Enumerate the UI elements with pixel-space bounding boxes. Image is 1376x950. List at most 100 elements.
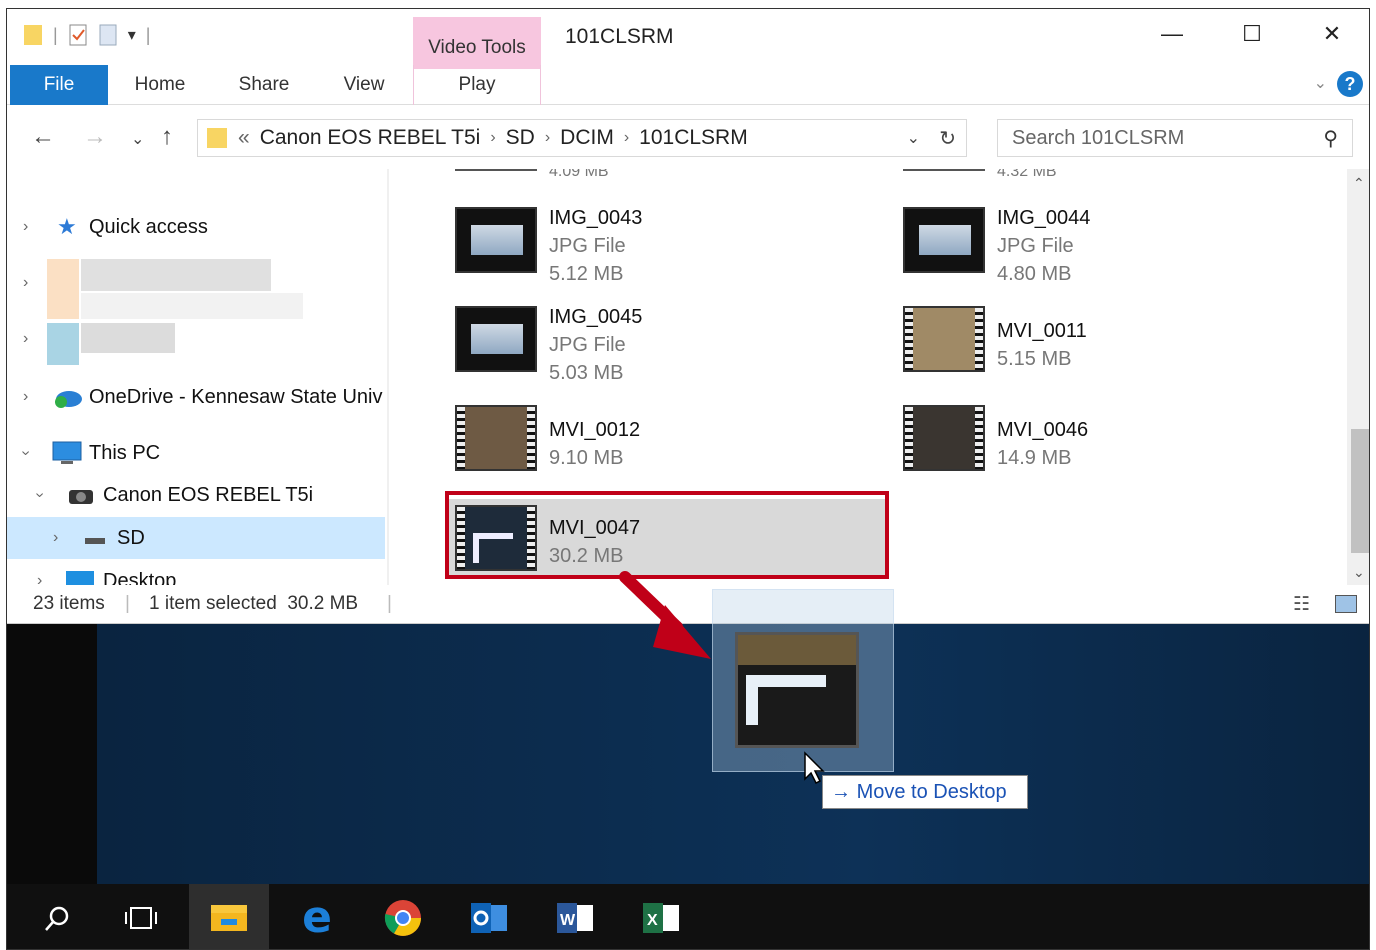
up-icon[interactable]: ↑ <box>161 123 173 151</box>
help-icon[interactable]: ? <box>1337 71 1363 97</box>
scroll-down-icon[interactable]: ⌄ <box>1353 564 1365 581</box>
file-item[interactable]: IMG_0044 JPG File 4.80 MB <box>895 201 1335 293</box>
tab-share[interactable]: Share <box>229 65 299 105</box>
recent-locations-icon[interactable]: ⌄ <box>131 129 144 149</box>
file-type: JPG File <box>997 235 1074 257</box>
file-size: 4.09 MB <box>549 169 609 180</box>
video-tools-tab-group: Video Tools <box>413 17 541 69</box>
nav-item-sd[interactable]: › SD <box>7 517 385 559</box>
minimize-button[interactable]: — <box>1152 21 1192 51</box>
new-folder-icon[interactable] <box>98 23 118 47</box>
nav-item-desktop[interactable]: › Desktop <box>7 561 389 585</box>
image-thumbnail <box>455 207 537 273</box>
nav-item-onedrive[interactable]: › OneDrive - Kennesaw State Univ <box>7 377 389 417</box>
chevron-right-icon[interactable]: › <box>490 129 495 147</box>
breadcrumb-dcim[interactable]: DCIM <box>560 126 614 150</box>
chevron-right-icon[interactable]: › <box>23 388 28 406</box>
camera-icon <box>69 490 93 504</box>
toolbar-divider: | <box>145 24 151 45</box>
file-item[interactable]: MVI_0011 5.15 MB <box>895 300 1335 392</box>
move-arrow-icon: → <box>831 781 851 803</box>
nav-item-label: Canon EOS REBEL T5i <box>103 483 314 506</box>
excel-icon[interactable]: X <box>621 884 701 949</box>
file-item[interactable]: MVI_0046 14.9 MB <box>895 399 1335 491</box>
screen: | ▾ | Video Tools 101CLSRM — ☐ ✕ File Ho… <box>6 8 1370 950</box>
address-dropdown-icon[interactable]: ⌄ <box>907 128 920 148</box>
chrome-icon[interactable] <box>363 884 443 949</box>
file-explorer-icon[interactable] <box>189 884 269 949</box>
breadcrumb-sd[interactable]: SD <box>506 126 535 150</box>
folder-icon[interactable] <box>23 23 43 47</box>
back-icon[interactable]: ← <box>31 123 55 151</box>
navigation-pane: › ★ Quick access › › › OneDrive - Kennes… <box>7 169 389 585</box>
maximize-button[interactable]: ☐ <box>1232 21 1272 51</box>
breadcrumb-101clsrm[interactable]: 101CLSRM <box>639 126 748 150</box>
large-icons-view-icon[interactable] <box>1335 595 1357 613</box>
drag-preview <box>712 589 894 772</box>
window-title: 101CLSRM <box>565 25 674 48</box>
nav-item-this-pc[interactable]: › This PC <box>7 433 389 473</box>
outlook-icon[interactable] <box>449 884 529 949</box>
nav-item-label: This PC <box>89 441 161 464</box>
quick-access-toolbar: | ▾ | <box>23 23 150 47</box>
word-icon[interactable]: W <box>535 884 615 949</box>
customize-toolbar-icon[interactable]: ▾ <box>128 25 136 45</box>
chevron-down-icon[interactable]: › <box>31 492 49 497</box>
chevron-down-icon[interactable]: › <box>17 450 35 455</box>
overflow-crumbs-icon[interactable]: « <box>238 126 250 150</box>
file-size: 4.80 MB <box>997 263 1072 285</box>
nav-scrollbar[interactable]: ⌃ ⌄ <box>387 169 389 585</box>
tab-play[interactable]: Play <box>413 65 541 105</box>
expand-ribbon-icon[interactable]: ⌄ <box>1314 73 1327 93</box>
scrollbar-thumb[interactable] <box>1351 429 1369 553</box>
svg-text:X: X <box>647 912 658 929</box>
move-to-desktop-tooltip: → Move to Desktop <box>822 775 1028 809</box>
properties-icon[interactable] <box>68 23 88 47</box>
chevron-right-icon[interactable]: › <box>23 330 28 348</box>
scroll-up-icon[interactable]: ⌃ <box>1353 175 1365 192</box>
file-item[interactable]: MVI_0012 9.10 MB <box>447 399 887 491</box>
file-item[interactable]: IMG_0045 JPG File 5.03 MB <box>447 300 887 392</box>
refresh-icon[interactable]: ↻ <box>939 126 956 151</box>
file-name: MVI_0011 <box>997 320 1087 342</box>
file-size: 5.15 MB <box>997 348 1072 370</box>
file-name: IMG_0045 <box>549 306 643 328</box>
nav-item-quick-access[interactable]: › ★ Quick access <box>7 207 389 247</box>
task-view-icon[interactable] <box>101 884 181 949</box>
video-thumbnail <box>455 405 537 471</box>
file-size: 14.9 MB <box>997 447 1072 469</box>
search-icon[interactable]: ⚲ <box>1323 126 1338 151</box>
drive-icon <box>85 538 105 544</box>
blurred-label <box>81 323 175 353</box>
search-box[interactable]: Search 101CLSRM ⚲ <box>997 119 1353 157</box>
nav-item-label: Desktop <box>103 569 177 586</box>
chevron-right-icon[interactable]: › <box>37 572 42 585</box>
address-bar[interactable]: « Canon EOS REBEL T5i › SD › DCIM › 101C… <box>197 119 967 157</box>
chevron-right-icon[interactable]: › <box>23 218 28 236</box>
chevron-right-icon[interactable]: › <box>23 274 28 292</box>
tab-view[interactable]: View <box>329 65 399 105</box>
blurred-label <box>81 259 271 291</box>
search-icon[interactable] <box>17 884 97 949</box>
status-divider: | <box>125 593 130 614</box>
nav-item-camera[interactable]: › Canon EOS REBEL T5i <box>7 475 389 515</box>
file-type: JPG File <box>549 334 626 356</box>
chevron-right-icon[interactable]: › <box>53 529 58 547</box>
tooltip-label: Move to Desktop <box>856 781 1007 803</box>
file-list-scrollbar[interactable]: ⌃ ⌄ <box>1347 169 1369 585</box>
edge-icon[interactable]: e <box>277 884 357 949</box>
forward-icon[interactable]: → <box>83 123 107 151</box>
selection-info: 1 item selected 30.2 MB <box>149 593 359 614</box>
close-button[interactable]: ✕ <box>1312 21 1352 51</box>
chevron-right-icon[interactable]: › <box>545 129 550 147</box>
tab-home[interactable]: Home <box>125 65 195 105</box>
file-name: IMG_0043 <box>549 207 643 229</box>
breadcrumb-camera[interactable]: Canon EOS REBEL T5i <box>260 126 481 150</box>
details-view-icon[interactable]: ☷ <box>1293 593 1310 616</box>
tab-file[interactable]: File <box>10 65 108 105</box>
file-item[interactable]: IMG_0043 JPG File 5.12 MB <box>447 201 887 293</box>
chevron-right-icon[interactable]: › <box>624 129 629 147</box>
partial-thumbnail <box>455 169 537 171</box>
ribbon-tabs: File Home Share View Play ⌄ ? <box>7 65 1369 105</box>
nav-item-label: SD <box>117 526 145 549</box>
